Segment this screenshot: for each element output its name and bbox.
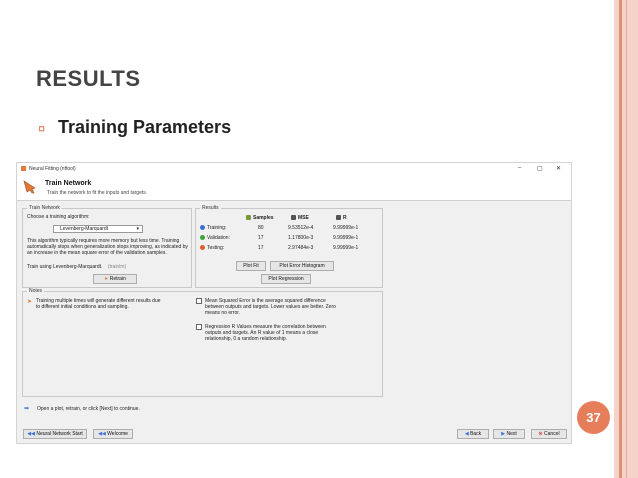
training-samples: 80 (258, 225, 264, 231)
decoration-stripe (626, 0, 627, 478)
validation-mse: 1.17800e-3 (288, 235, 314, 241)
samples-icon (246, 215, 251, 221)
row-label: Validation: (207, 235, 230, 241)
train-network-group: Train Network Choose a training algorith… (22, 205, 192, 288)
r-column-label: R (343, 215, 347, 221)
welcome-icon: ◀◀ (98, 431, 106, 437)
matlab-app-icon (21, 166, 26, 171)
results-row-training: Training: (200, 225, 226, 231)
plot-regression-button[interactable]: Plot Regression (261, 274, 311, 284)
retrain-button[interactable]: ➤ Retrain (93, 274, 137, 284)
next-label: Next (506, 431, 517, 437)
cancel-label: Cancel (544, 431, 560, 437)
row-label: Training: (207, 225, 227, 231)
window-title: Neural Fitting (nftool) (29, 166, 76, 172)
cancel-icon: ⊗ (538, 431, 543, 437)
chevron-down-icon: ▾ (136, 226, 139, 232)
decoration-stripe (619, 0, 622, 478)
validation-icon (200, 235, 205, 241)
retrain-note-icon: ➤ (27, 299, 33, 305)
samples-column-label: Samples (253, 215, 274, 221)
testing-mse: 2.97484e-3 (288, 245, 314, 251)
mse-note-icon (196, 298, 202, 304)
mse-icon (291, 215, 296, 221)
maximize-button[interactable]: ▢ (537, 165, 543, 172)
welcome-label: Welcome (107, 431, 128, 437)
training-algorithm-select[interactable]: Levenberg-Marquardt ▾ (53, 225, 143, 233)
training-algorithm-value: Levenberg-Marquardt (60, 226, 109, 232)
results-group: Results Samples MSE R Training: 80 9.535… (195, 205, 383, 288)
neural-network-start-label: Neural Network Start (36, 431, 83, 437)
results-row-validation: Validation: (200, 235, 230, 241)
notes-group: Notes ➤ Training multiple times will gen… (22, 288, 383, 397)
back-button[interactable]: ◀ Back (457, 429, 489, 439)
plot-error-histogram-button[interactable]: Plot Error Histogram (270, 261, 334, 271)
notes-left-line: to different initial conditions and samp… (36, 304, 129, 310)
neural-fitting-window: Neural Fitting (nftool) – ▢ ✕ Train Netw… (16, 162, 572, 444)
training-mse: 9.53512e-4 (288, 225, 314, 231)
neural-network-start-button[interactable]: ◀◀ Neural Network Start (23, 429, 87, 439)
testing-samples: 17 (258, 245, 264, 251)
welcome-button[interactable]: ◀◀ Welcome (93, 429, 133, 439)
testing-r: 9.99999e-1 (333, 245, 359, 251)
group-label: Results (200, 205, 221, 211)
row-label: Testing: (207, 245, 225, 251)
validation-r: 9.99999e-1 (333, 235, 359, 241)
group-label: Notes (27, 288, 45, 294)
algorithm-description-line: an increase in the mean square error of … (27, 250, 167, 256)
slide-title: RESULTS (36, 66, 141, 91)
back-label: Back (470, 431, 482, 437)
window-titlebar: Neural Fitting (nftool) – ▢ ✕ (17, 163, 571, 174)
r-column-header: R (336, 215, 347, 221)
info-arrow-icon: ➡ (24, 406, 30, 412)
slide-decoration-band (614, 0, 638, 478)
next-button[interactable]: ▶ Next (493, 429, 525, 439)
results-row-testing: Testing: (200, 245, 224, 251)
retrain-button-label: Retrain (109, 276, 126, 282)
train-network-icon (23, 180, 36, 194)
mse-column-header: MSE (291, 215, 309, 221)
training-r: 9.99999e-1 (333, 225, 359, 231)
plot-fit-button[interactable]: Plot Fit (236, 261, 266, 271)
samples-column-header: Samples (246, 215, 274, 221)
training-icon (200, 225, 205, 231)
close-button[interactable]: ✕ (556, 165, 561, 172)
wizard-subtitle: Train the network to fit the inputs and … (47, 190, 148, 196)
choose-algorithm-label: Choose a training algorithm: (27, 214, 90, 220)
next-arrow-icon: ▶ (501, 431, 506, 437)
bullet-icon: ¤ (38, 121, 46, 136)
retrain-icon: ➤ (104, 276, 109, 282)
slide-subtitle: Training Parameters (58, 117, 232, 137)
cancel-button[interactable]: ⊗ Cancel (531, 429, 567, 439)
group-label: Train Network (27, 205, 62, 211)
train-using-label: Train using Levenberg-Marquardt. (27, 264, 103, 270)
mse-note-line: means no error. (205, 310, 241, 316)
page-number-badge: 37 (577, 401, 610, 434)
testing-icon (200, 245, 205, 251)
train-using-text: Train using Levenberg-Marquardt. (trainl… (27, 264, 126, 270)
r-note-line: relationship, 0 a random relationship. (205, 336, 287, 342)
wizard-header: Train Network Train the network to fit t… (17, 174, 571, 201)
back-arrow-icon: ◀ (464, 431, 469, 437)
train-function-hint: (trainlm) (107, 264, 127, 270)
status-message: Open a plot, retrain, or click [Next] to… (37, 406, 140, 412)
wizard-title: Train Network (45, 180, 92, 187)
r-icon (336, 215, 341, 221)
r-note-icon (196, 324, 202, 330)
mse-column-label: MSE (298, 215, 309, 221)
minimize-button[interactable]: – (518, 165, 521, 171)
nnstart-icon: ◀◀ (27, 431, 35, 437)
validation-samples: 17 (258, 235, 264, 241)
